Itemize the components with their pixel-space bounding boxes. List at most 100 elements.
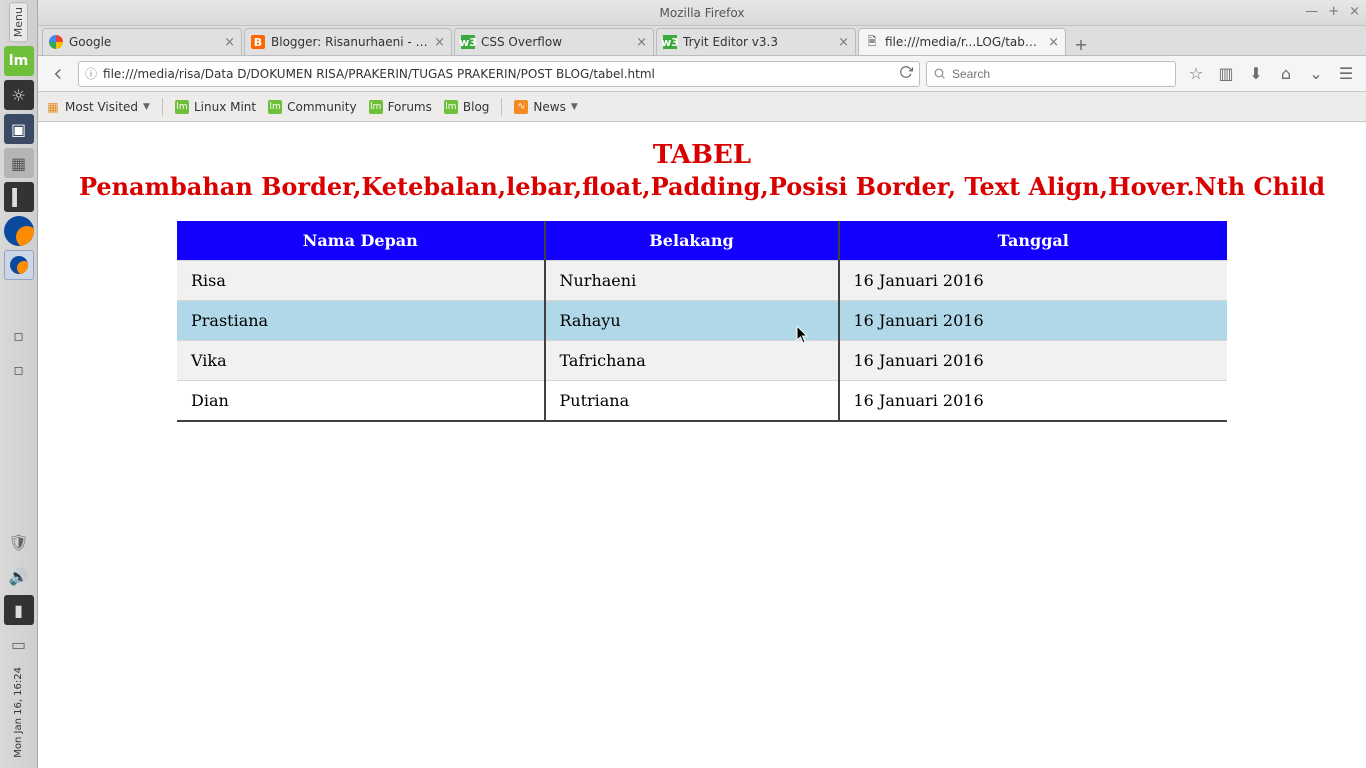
volume-icon[interactable]: 🔊 [4, 561, 34, 591]
w3schools-favicon-icon: w3 [663, 35, 677, 49]
window-title: Mozilla Firefox [660, 6, 745, 20]
bookmark-label: Forums [388, 100, 432, 114]
cell-tanggal: 16 Januari 2016 [839, 381, 1228, 422]
page-info-icon[interactable]: ⓘ [85, 65, 97, 82]
divider [162, 98, 163, 116]
window-maximize-button[interactable]: + [1328, 4, 1339, 19]
chevron-down-icon: ▼ [571, 102, 578, 112]
bookmarks-toolbar: ▦ Most Visited ▼ lm Linux Mint lm Commun… [38, 92, 1366, 122]
bookmark-label: Most Visited [65, 100, 138, 114]
bookmark-linux-mint[interactable]: lm Linux Mint [175, 100, 256, 114]
network-icon[interactable]: ▮ [4, 595, 34, 625]
back-button[interactable] [44, 61, 72, 87]
cell-belakang: Tafrichana [545, 341, 839, 381]
battery-icon[interactable]: ▭ [4, 629, 34, 659]
page-content: TABEL Penambahan Border,Ketebalan,lebar,… [38, 122, 1366, 768]
cell-tanggal: 16 Januari 2016 [839, 301, 1228, 341]
cell-nama-depan: Vika [177, 341, 545, 381]
system-panel: Menu lm ☼ ▣ ▦ ▍ ▫ ▫ 🛡 🔊 ▮ ▭ Mon Jan 16, … [0, 0, 38, 768]
reload-button[interactable] [899, 65, 913, 82]
menu-button[interactable]: Menu [9, 2, 28, 42]
bookmark-star-icon[interactable]: ☆ [1186, 64, 1206, 84]
table-row[interactable]: Prastiana Rahayu 16 Januari 2016 [177, 301, 1227, 341]
mint-icon: lm [369, 100, 383, 114]
cell-belakang: Nurhaeni [545, 261, 839, 301]
bookmark-blog[interactable]: lm Blog [444, 100, 490, 114]
screenshot-icon[interactable]: ▦ [4, 148, 34, 178]
bookmark-news[interactable]: ∿ News ▼ [514, 100, 577, 114]
firefox-window: Mozilla Firefox — + × Google × B Blogger… [38, 0, 1366, 768]
page-heading: TABEL [38, 140, 1366, 170]
linux-mint-menu-icon[interactable]: lm [4, 46, 34, 76]
url-text: file:///media/risa/Data D/DOKUMEN RISA/P… [103, 67, 655, 81]
file-favicon-icon: 🗎 [865, 35, 879, 49]
table-row[interactable]: Dian Putriana 16 Januari 2016 [177, 381, 1227, 422]
tab-label: Blogger: Risanurhaeni - S... [271, 35, 428, 49]
navigation-toolbar: ⓘ file:///media/risa/Data D/DOKUMEN RISA… [38, 56, 1366, 92]
close-tab-icon[interactable]: × [838, 35, 849, 50]
table-row[interactable]: Vika Tafrichana 16 Januari 2016 [177, 341, 1227, 381]
shield-icon[interactable]: 🛡 [4, 527, 34, 557]
tab-label: file:///media/r...LOG/tabel.html [885, 35, 1042, 49]
bookmark-label: News [533, 100, 565, 114]
toolbar-right: ☆ ▥ ⬇ ⌂ ⌄ ☰ [1182, 64, 1360, 84]
window-minimize-button[interactable]: — [1305, 4, 1318, 19]
close-tab-icon[interactable]: × [636, 35, 647, 50]
mint-icon: lm [268, 100, 282, 114]
search-bar[interactable] [926, 61, 1176, 87]
tab-blogger[interactable]: B Blogger: Risanurhaeni - S... × [244, 28, 452, 55]
tab-google[interactable]: Google × [42, 28, 242, 55]
files-icon[interactable]: ▣ [4, 114, 34, 144]
tab-strip: Google × B Blogger: Risanurhaeni - S... … [38, 26, 1366, 56]
library-icon[interactable]: ▥ [1216, 64, 1236, 84]
tray-icon[interactable]: ▫ [4, 320, 34, 350]
tab-tryit[interactable]: w3 Tryit Editor v3.3 × [656, 28, 856, 55]
col-tanggal: Tanggal [839, 221, 1228, 261]
terminal-icon[interactable]: ▍ [4, 182, 34, 212]
table-header-row: Nama Depan Belakang Tanggal [177, 221, 1227, 261]
menu-icon[interactable]: ☰ [1336, 64, 1356, 84]
cell-belakang: Rahayu [545, 301, 839, 341]
tray-icon[interactable]: ▫ [4, 354, 34, 384]
bookmark-label: Linux Mint [194, 100, 256, 114]
pocket-icon[interactable]: ⌄ [1306, 64, 1326, 84]
tab-label: Google [69, 35, 218, 49]
folder-icon: ▦ [46, 100, 60, 114]
close-tab-icon[interactable]: × [1048, 35, 1059, 50]
close-tab-icon[interactable]: × [434, 35, 445, 50]
bookmark-community[interactable]: lm Community [268, 100, 356, 114]
tab-tabel-html[interactable]: 🗎 file:///media/r...LOG/tabel.html × [858, 28, 1066, 55]
most-visited-folder[interactable]: ▦ Most Visited ▼ [46, 100, 150, 114]
window-close-button[interactable]: × [1349, 4, 1360, 19]
cell-nama-depan: Risa [177, 261, 545, 301]
google-favicon-icon [49, 35, 63, 49]
chevron-down-icon: ▼ [143, 102, 150, 112]
divider [501, 98, 502, 116]
col-nama-depan: Nama Depan [177, 221, 545, 261]
url-bar[interactable]: ⓘ file:///media/risa/Data D/DOKUMEN RISA… [78, 61, 920, 87]
cell-belakang: Putriana [545, 381, 839, 422]
cell-nama-depan: Prastiana [177, 301, 545, 341]
data-table: Nama Depan Belakang Tanggal Risa Nurhaen… [177, 221, 1227, 422]
rss-icon: ∿ [514, 100, 528, 114]
firefox-running-icon[interactable] [4, 250, 34, 280]
mint-icon: lm [175, 100, 189, 114]
downloads-icon[interactable]: ⬇ [1246, 64, 1266, 84]
tab-label: CSS Overflow [481, 35, 630, 49]
table-row[interactable]: Risa Nurhaeni 16 Januari 2016 [177, 261, 1227, 301]
bookmark-label: Community [287, 100, 356, 114]
search-input[interactable] [952, 67, 1169, 81]
tab-css-overflow[interactable]: w3 CSS Overflow × [454, 28, 654, 55]
mint-icon: lm [444, 100, 458, 114]
firefox-launcher-icon[interactable] [4, 216, 34, 246]
bookmark-label: Blog [463, 100, 490, 114]
home-icon[interactable]: ⌂ [1276, 64, 1296, 84]
col-belakang: Belakang [545, 221, 839, 261]
close-tab-icon[interactable]: × [224, 35, 235, 50]
page-subheading: Penambahan Border,Ketebalan,lebar,float,… [38, 172, 1366, 201]
w3schools-favicon-icon: w3 [461, 35, 475, 49]
desktop-icon[interactable]: ☼ [4, 80, 34, 110]
new-tab-button[interactable]: + [1068, 33, 1094, 55]
bookmark-forums[interactable]: lm Forums [369, 100, 432, 114]
clock[interactable]: Mon Jan 16, 16:24 [13, 663, 24, 762]
